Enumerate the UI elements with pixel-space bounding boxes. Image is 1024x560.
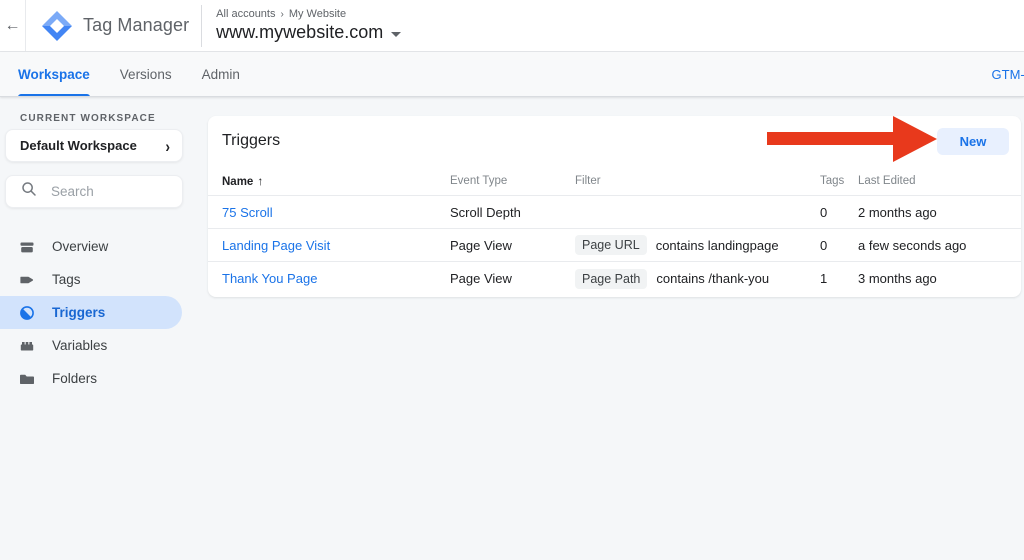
trigger-filter: Page Path contains /thank-you xyxy=(575,269,820,289)
current-workspace-label: CURRENT WORKSPACE xyxy=(20,113,208,124)
filter-variable-chip: Page URL xyxy=(575,235,647,255)
filter-variable-chip: Page Path xyxy=(575,269,647,289)
trigger-name-link[interactable]: Thank You Page xyxy=(222,271,317,286)
trigger-tags-count: 0 xyxy=(820,238,858,253)
tab-workspace[interactable]: Workspace xyxy=(18,52,90,97)
chevron-right-icon: › xyxy=(165,136,170,155)
tab-versions[interactable]: Versions xyxy=(120,52,172,97)
sidebar-nav: Overview Tags Triggers xyxy=(0,230,208,395)
trigger-name-link[interactable]: 75 Scroll xyxy=(222,205,273,220)
trigger-tags-count: 0 xyxy=(820,205,858,220)
sidebar-item-label: Folders xyxy=(52,371,97,386)
search-input[interactable] xyxy=(51,184,171,199)
chevron-down-icon xyxy=(391,32,401,37)
sidebar-item-tags[interactable]: Tags xyxy=(0,263,182,296)
variables-brick-icon xyxy=(19,338,35,354)
breadcrumb-container-name[interactable]: My Website xyxy=(289,8,346,20)
table-row[interactable]: Thank You Page Page View Page Path conta… xyxy=(208,262,1021,295)
back-button[interactable]: ← xyxy=(0,0,26,51)
back-arrow-icon: ← xyxy=(5,17,21,35)
trigger-event-type: Page View xyxy=(450,271,575,286)
filter-condition-text: contains landingpage xyxy=(656,238,779,253)
sort-ascending-icon: ↑ xyxy=(257,174,263,188)
column-header-tags: Tags xyxy=(820,175,858,187)
annotation-arrow-icon xyxy=(893,116,937,162)
breadcrumb-all-accounts[interactable]: All accounts xyxy=(216,8,275,20)
breadcrumb: All accounts › My Website xyxy=(216,8,401,20)
search-icon xyxy=(21,181,37,202)
container-id-link[interactable]: GTM-W xyxy=(992,52,1024,97)
workspace-sidebar: CURRENT WORKSPACE Default Workspace › xyxy=(0,97,208,560)
tag-icon xyxy=(19,272,35,288)
sidebar-search[interactable] xyxy=(5,175,183,208)
tag-manager-logo-icon xyxy=(42,11,72,41)
sidebar-item-label: Tags xyxy=(52,272,81,287)
workspace-selector[interactable]: Default Workspace › xyxy=(5,129,183,162)
page-title: Triggers xyxy=(222,132,280,150)
sidebar-item-overview[interactable]: Overview xyxy=(0,230,182,263)
tag-manager-home-link[interactable]: Tag Manager xyxy=(26,0,189,51)
trigger-event-type: Scroll Depth xyxy=(450,205,575,220)
sidebar-item-folders[interactable]: Folders xyxy=(0,362,182,395)
trigger-last-edited: a few seconds ago xyxy=(858,238,1007,253)
sidebar-item-triggers[interactable]: Triggers xyxy=(0,296,182,329)
column-header-filter: Filter xyxy=(575,175,820,187)
trigger-tags-count: 1 xyxy=(820,271,858,286)
container-selector[interactable]: www.mywebsite.com xyxy=(216,22,401,43)
breadcrumb-chevron-icon: › xyxy=(280,9,283,20)
account-breadcrumb-block: All accounts › My Website www.mywebsite.… xyxy=(201,5,401,47)
filter-condition-text: contains /thank-you xyxy=(656,271,769,286)
trigger-icon xyxy=(19,305,35,321)
trigger-event-type: Page View xyxy=(450,238,575,253)
new-trigger-button[interactable]: New xyxy=(937,128,1009,155)
column-header-last-edited: Last Edited xyxy=(858,175,1007,187)
trigger-filter: Page URL contains landingpage xyxy=(575,235,820,255)
annotation-arrow-shaft xyxy=(767,132,899,145)
table-row[interactable]: Landing Page Visit Page View Page URL co… xyxy=(208,229,1021,262)
sidebar-item-label: Overview xyxy=(52,239,108,254)
overview-icon xyxy=(19,239,35,255)
sidebar-item-label: Variables xyxy=(52,338,107,353)
sidebar-item-label: Triggers xyxy=(52,305,105,320)
column-header-event-type: Event Type xyxy=(450,175,575,187)
primary-tabbar: Workspace Versions Admin GTM-W xyxy=(0,52,1024,97)
sidebar-item-variables[interactable]: Variables xyxy=(0,329,182,362)
triggers-table-header: Name↑ Event Type Filter Tags Last Edited xyxy=(208,166,1021,196)
app-header: ← Tag Manager All accounts › My Website … xyxy=(0,0,1024,52)
container-domain: www.mywebsite.com xyxy=(216,22,383,43)
trigger-last-edited: 2 months ago xyxy=(858,205,1007,220)
workspace-name: Default Workspace xyxy=(20,138,165,153)
table-row[interactable]: 75 Scroll Scroll Depth 0 2 months ago xyxy=(208,196,1021,229)
trigger-last-edited: 3 months ago xyxy=(858,271,1007,286)
tab-admin[interactable]: Admin xyxy=(202,52,240,97)
app-title: Tag Manager xyxy=(83,15,189,36)
gtm-workspace-screen: ← Tag Manager All accounts › My Website … xyxy=(0,0,1024,560)
column-header-name[interactable]: Name↑ xyxy=(222,174,450,188)
folder-icon xyxy=(19,371,35,387)
trigger-name-link[interactable]: Landing Page Visit xyxy=(222,238,330,253)
